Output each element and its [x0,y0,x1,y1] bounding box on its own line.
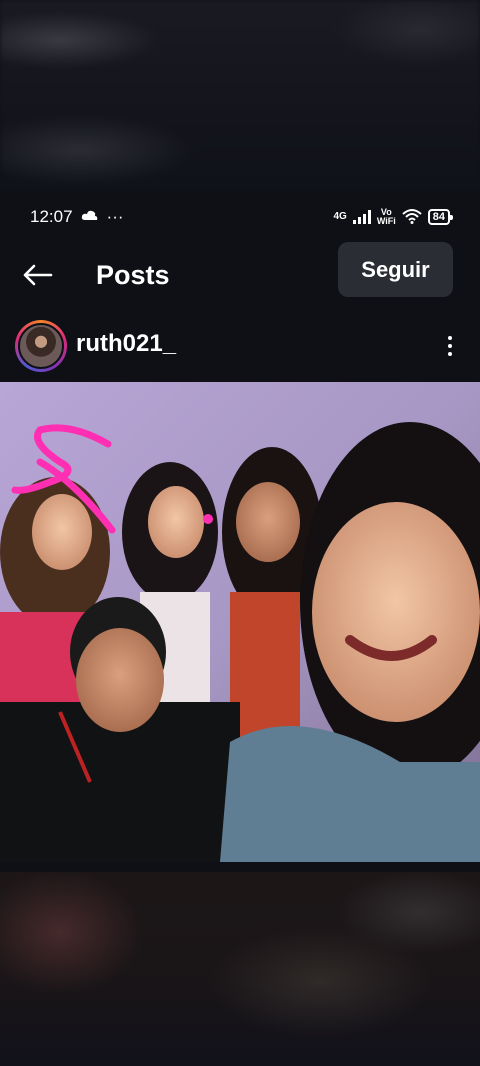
network-type: 4G [333,211,347,222]
vowifi-bottom: WiFi [376,216,396,226]
battery-indicator: 84 [427,209,454,225]
vertical-dots-icon [448,336,452,340]
more-options-button[interactable] [436,328,464,364]
post-author-row: ruth021_ [0,316,480,376]
page-title: Posts [96,260,170,290]
back-button[interactable] [18,258,56,292]
blurred-background-bottom [0,872,480,1066]
status-right: 4G Vo WiFi 84 [333,208,454,227]
avatar[interactable] [15,320,67,372]
arrow-left-icon [23,264,53,286]
status-bar: 12:07 ··· 4G Vo WiFi 84 [0,192,480,242]
follow-button[interactable]: Seguir [338,242,453,297]
header: Posts Seguir [0,242,480,308]
signal-bars-icon [352,210,371,224]
status-time: 12:07 [30,207,73,226]
vowifi-indicator: Vo WiFi [377,208,396,226]
status-more-dots: ··· [106,207,124,226]
username[interactable]: ruth021_ [76,330,176,358]
post-viewer: 12:07 ··· 4G Vo WiFi 84 Posts Seguir rut… [0,192,480,872]
post-image [0,382,480,862]
status-left: 12:07 ··· [30,207,124,227]
post-photo[interactable] [0,382,480,862]
blurred-background-top [0,0,480,192]
cloud-icon [81,207,99,227]
wifi-icon [402,208,422,227]
avatar-image [18,323,64,369]
